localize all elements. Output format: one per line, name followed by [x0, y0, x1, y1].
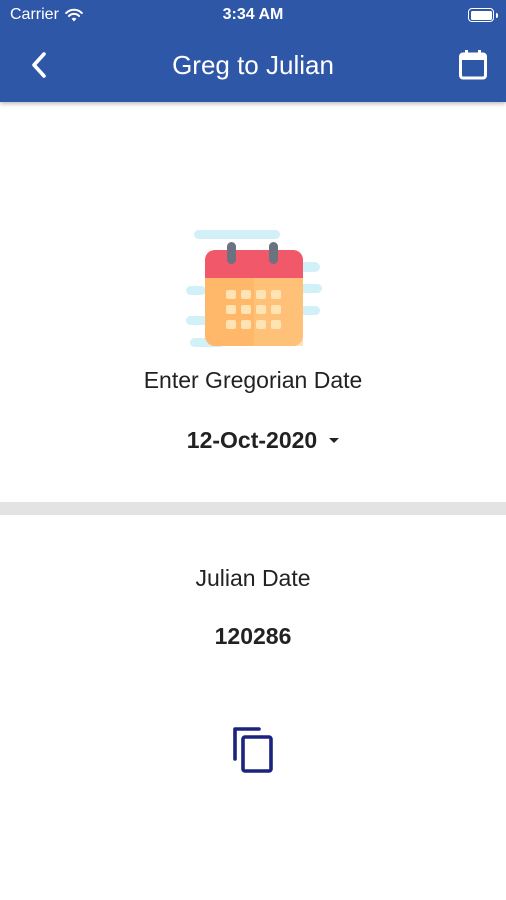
status-time: 3:34 AM [222, 6, 284, 23]
back-button[interactable] [22, 48, 56, 82]
julian-date-value: 120286 [214, 623, 292, 649]
calendar-button[interactable] [456, 46, 490, 84]
chevron-left-icon [32, 52, 46, 78]
section-divider [0, 502, 506, 515]
julian-date-label: Julian Date [195, 565, 311, 591]
status-bar: Carrier 3:34 AM [0, 0, 506, 30]
gregorian-date-label: Enter Gregorian Date [143, 367, 363, 393]
selected-date-value: 12-Oct-2020 [186, 426, 318, 453]
calendar-icon [459, 50, 487, 80]
copy-icon [233, 727, 273, 773]
copy-button[interactable] [226, 718, 280, 778]
calendar-illustration [186, 226, 322, 354]
app-header: Carrier 3:34 AM Greg to Julian [0, 0, 506, 102]
battery-icon [468, 8, 498, 22]
page-title: Greg to Julian [172, 50, 334, 80]
nav-bar: Greg to Julian [0, 30, 506, 102]
dropdown-caret-icon [329, 437, 340, 443]
gregorian-date-dropdown[interactable]: 12-Oct-2020 [168, 420, 358, 460]
